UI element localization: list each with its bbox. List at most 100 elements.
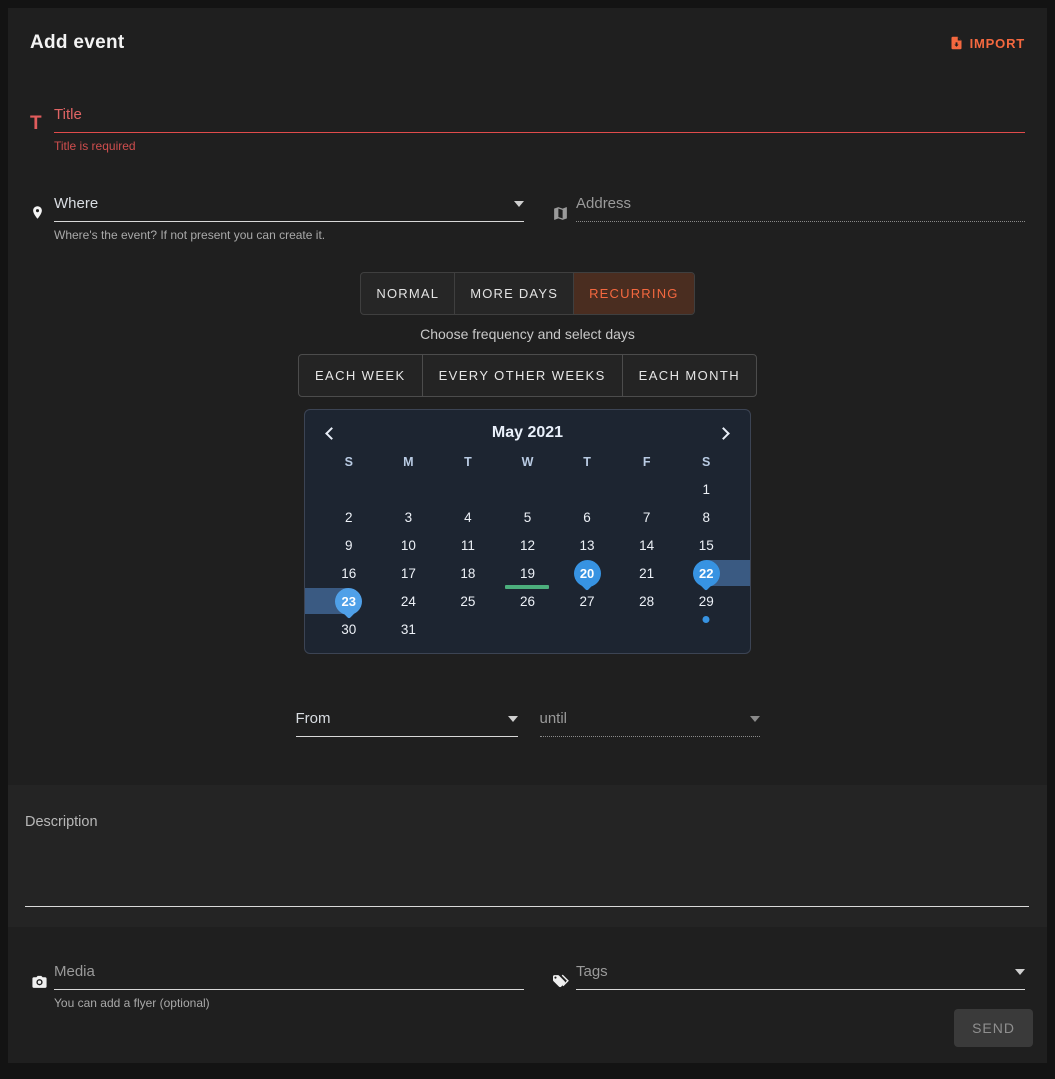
calendar-day-28[interactable]: 28	[617, 587, 677, 615]
file-import-icon	[949, 35, 964, 51]
until-select[interactable]: until	[540, 710, 760, 737]
weekday-header: F	[617, 448, 677, 475]
calendar: May 2021 SMTWTFS123456789101112131415161…	[304, 409, 751, 654]
calendar-empty-cell	[438, 475, 498, 503]
calendar-day-8[interactable]: 8	[676, 503, 736, 531]
calendar-day-1[interactable]: 1	[676, 475, 736, 503]
calendar-empty-cell	[557, 615, 617, 643]
title-icon: T	[30, 114, 54, 133]
calendar-month-title: May 2021	[492, 424, 563, 442]
calendar-day-25[interactable]: 25	[438, 587, 498, 615]
calendar-empty-cell	[498, 615, 558, 643]
tab-normal[interactable]: NORMAL	[361, 273, 455, 314]
calendar-day-2[interactable]: 2	[319, 503, 379, 531]
calendar-empty-cell	[438, 615, 498, 643]
calendar-day-13[interactable]: 13	[557, 531, 617, 559]
address-field[interactable]: Address	[552, 195, 1025, 222]
calendar-day-18[interactable]: 18	[438, 559, 498, 587]
page-title: Add event	[30, 32, 125, 54]
media-helper: You can add a flyer (optional)	[54, 996, 524, 1010]
address-placeholder: Address	[576, 195, 631, 212]
weekday-header: W	[498, 448, 558, 475]
weekday-header: S	[319, 448, 379, 475]
calendar-day-10[interactable]: 10	[379, 531, 439, 559]
calendar-grid: SMTWTFS123456789101112131415161718192021…	[319, 448, 736, 643]
media-placeholder: Media	[54, 963, 95, 980]
calendar-empty-cell	[557, 475, 617, 503]
calendar-day-4[interactable]: 4	[438, 503, 498, 531]
calendar-day-11[interactable]: 11	[438, 531, 498, 559]
calendar-day-24[interactable]: 24	[379, 587, 439, 615]
map-icon	[552, 205, 576, 222]
tags-select[interactable]: Tags	[552, 963, 1025, 990]
calendar-day-19[interactable]: 19	[498, 559, 558, 587]
frequency-options: EACH WEEKEVERY OTHER WEEKSEACH MONTH	[298, 354, 757, 397]
location-pin-icon	[30, 203, 54, 222]
event-form-section: Add event IMPORT T Title Title i	[8, 8, 1047, 785]
chevron-down-icon	[1015, 969, 1025, 975]
description-underline	[25, 906, 1029, 907]
tags-placeholder: Tags	[576, 963, 608, 980]
title-placeholder: Title	[54, 106, 82, 123]
weekday-header: T	[557, 448, 617, 475]
calendar-day-9[interactable]: 9	[319, 531, 379, 559]
calendar-day-29[interactable]: 29	[676, 587, 736, 615]
calendar-day-17[interactable]: 17	[379, 559, 439, 587]
calendar-day-12[interactable]: 12	[498, 531, 558, 559]
calendar-day-21[interactable]: 21	[617, 559, 677, 587]
calendar-day-31[interactable]: 31	[379, 615, 439, 643]
selected-day-pin: 20	[574, 560, 601, 587]
tags-icon	[552, 973, 576, 990]
calendar-day-3[interactable]: 3	[379, 503, 439, 531]
chevron-down-icon	[508, 716, 518, 722]
next-month-icon[interactable]	[717, 427, 730, 440]
calendar-day-26[interactable]: 26	[498, 587, 558, 615]
tab-recurring[interactable]: RECURRING	[574, 273, 694, 314]
from-select[interactable]: From	[296, 710, 518, 737]
calendar-day-22[interactable]: 22	[676, 559, 736, 587]
attachments-section: Media You can add a flyer (optional) Tag…	[8, 927, 1047, 1063]
calendar-day-27[interactable]: 27	[557, 587, 617, 615]
where-helper: Where's the event? If not present you ca…	[54, 228, 524, 242]
calendar-day-30[interactable]: 30	[319, 615, 379, 643]
frequency-option-every-other-weeks[interactable]: EVERY OTHER WEEKS	[423, 355, 623, 396]
calendar-header: May 2021	[319, 418, 736, 444]
chevron-down-icon	[750, 716, 760, 722]
title-error: Title is required	[54, 139, 1025, 153]
calendar-empty-cell	[379, 475, 439, 503]
media-field[interactable]: Media	[30, 963, 524, 990]
description-placeholder: Description	[25, 814, 98, 830]
calendar-day-6[interactable]: 6	[557, 503, 617, 531]
send-button[interactable]: SEND	[954, 1009, 1033, 1047]
calendar-day-16[interactable]: 16	[319, 559, 379, 587]
calendar-empty-cell	[319, 475, 379, 503]
event-type-tabs: NORMALMORE DAYSRECURRING	[360, 272, 694, 315]
dialog-header: Add event IMPORT	[30, 32, 1025, 54]
camera-icon	[30, 973, 54, 990]
calendar-day-14[interactable]: 14	[617, 531, 677, 559]
title-field[interactable]: T Title	[30, 106, 1025, 133]
chevron-down-icon	[514, 201, 524, 207]
calendar-day-15[interactable]: 15	[676, 531, 736, 559]
description-field[interactable]: Description	[8, 785, 1047, 927]
prev-month-icon[interactable]	[325, 427, 338, 440]
weekday-header: M	[379, 448, 439, 475]
calendar-day-7[interactable]: 7	[617, 503, 677, 531]
frequency-option-each-week[interactable]: EACH WEEK	[299, 355, 423, 396]
selected-day-pin: 23	[335, 588, 362, 615]
frequency-option-each-month[interactable]: EACH MONTH	[623, 355, 756, 396]
calendar-empty-cell	[617, 475, 677, 503]
weekday-header: T	[438, 448, 498, 475]
frequency-hint: Choose frequency and select days	[30, 326, 1025, 342]
import-button[interactable]: IMPORT	[949, 35, 1025, 51]
add-event-dialog: Add event IMPORT T Title Title i	[8, 8, 1047, 1063]
tab-more-days[interactable]: MORE DAYS	[455, 273, 574, 314]
import-label: IMPORT	[970, 36, 1025, 51]
where-select[interactable]: Where	[30, 195, 524, 222]
from-placeholder: From	[296, 710, 331, 727]
where-placeholder: Where	[54, 195, 98, 212]
calendar-empty-cell	[617, 615, 677, 643]
calendar-day-20[interactable]: 20	[557, 559, 617, 587]
calendar-day-23[interactable]: 23	[319, 587, 379, 615]
calendar-day-5[interactable]: 5	[498, 503, 558, 531]
